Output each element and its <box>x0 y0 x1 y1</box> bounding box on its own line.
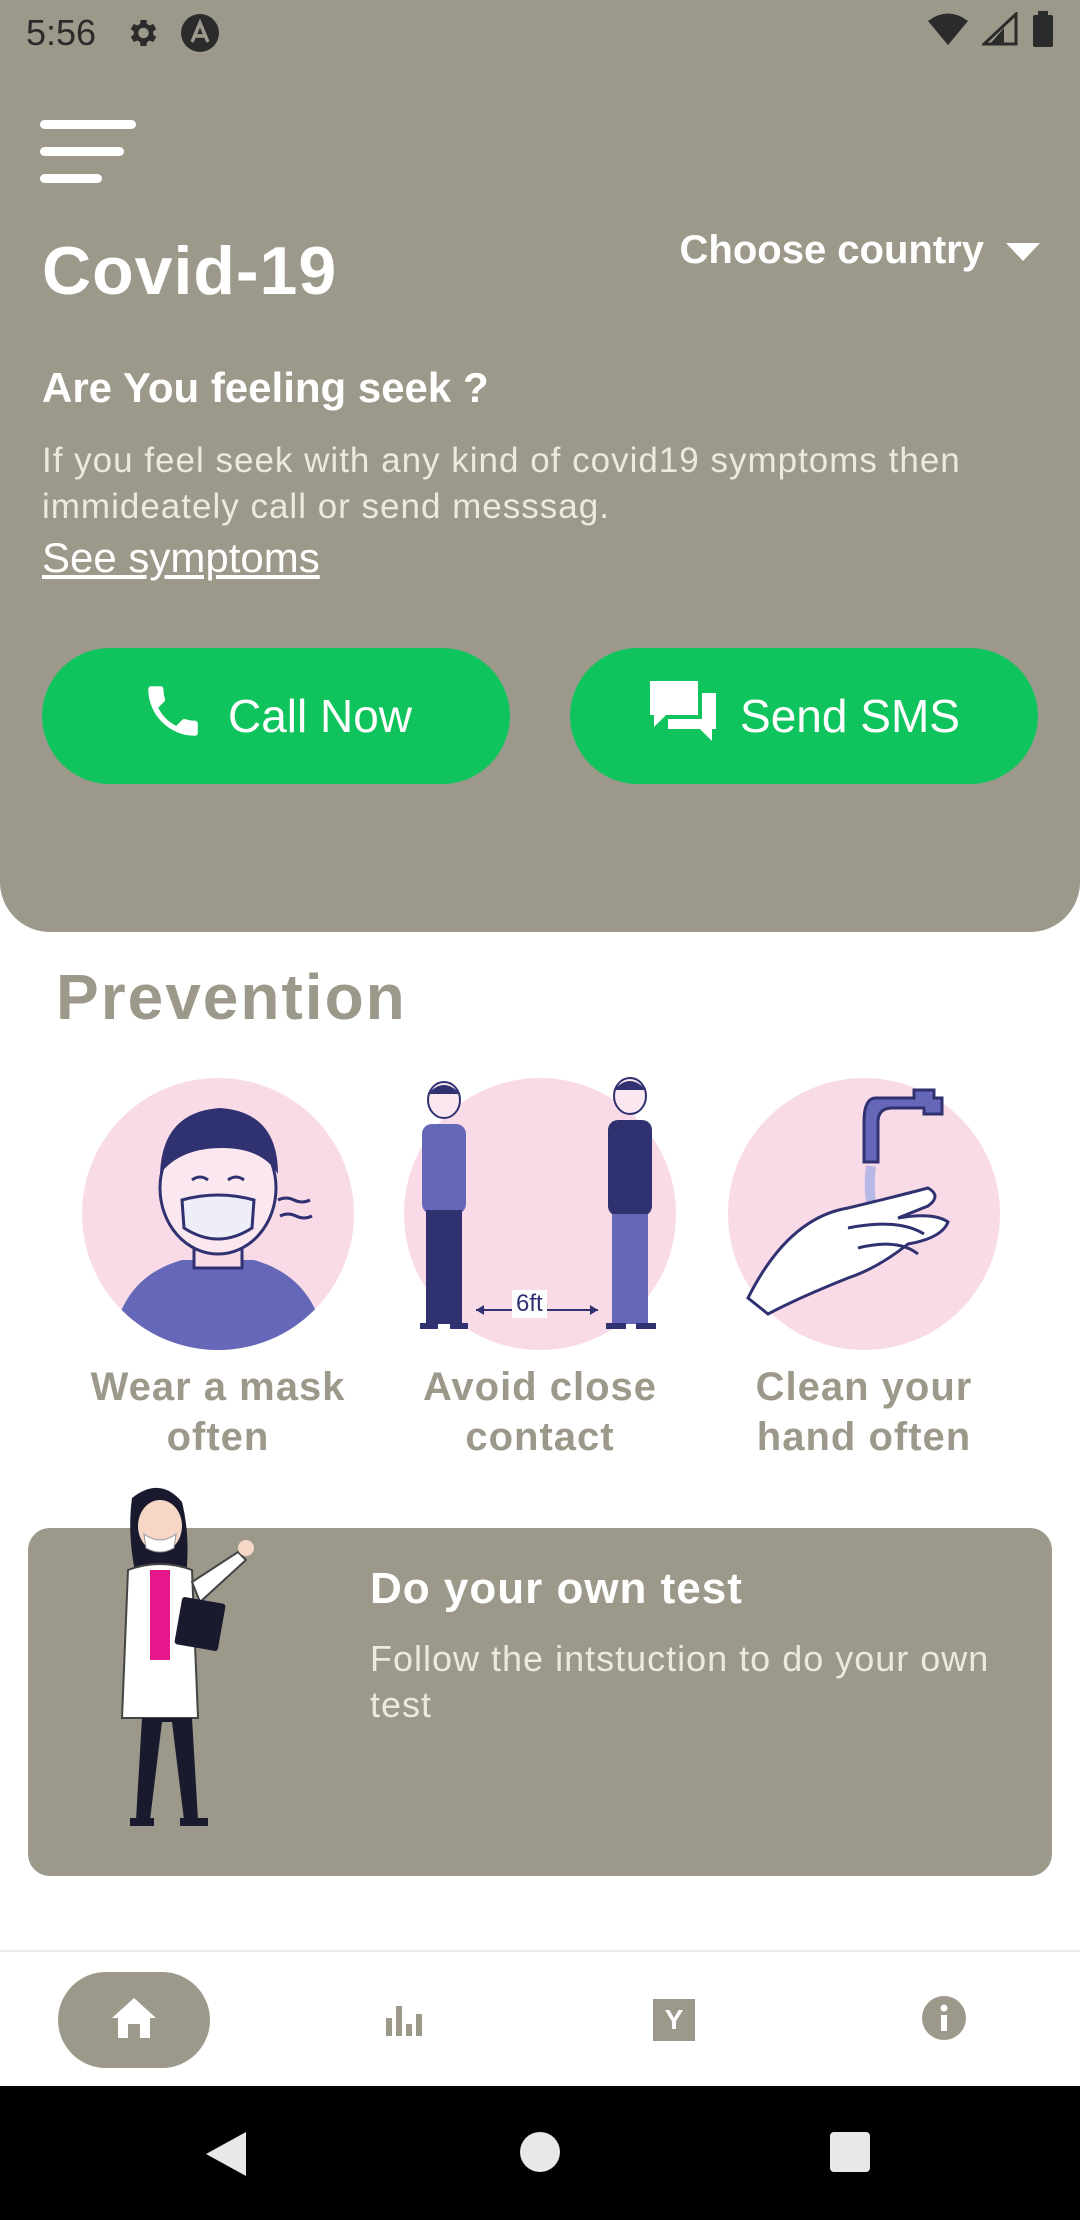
phone-icon <box>140 678 206 755</box>
label-line: often <box>166 1415 270 1459</box>
question-heading: Are You feeling seek ? <box>42 364 489 411</box>
label-line: hand often <box>756 1415 972 1459</box>
prevention-label: Clean your hand often <box>724 1362 1004 1462</box>
status-bar: 5:56 <box>0 0 1080 66</box>
test-card-description: Follow the intstuction to do your own te… <box>370 1638 990 1725</box>
settings-icon <box>124 15 160 51</box>
menu-line <box>40 174 102 183</box>
wifi-icon <box>928 12 968 55</box>
nav-news[interactable]: Y <box>598 1972 750 2068</box>
symptom-description: If you feel seek with any kind of covid1… <box>42 441 961 526</box>
prevention-item-handwash[interactable]: Clean your hand often <box>724 1078 1004 1462</box>
info-icon <box>921 1995 967 2046</box>
status-right <box>928 10 1054 56</box>
chat-icon <box>648 679 718 754</box>
nav-info[interactable] <box>868 1972 1020 2068</box>
menu-line <box>40 120 136 129</box>
battery-icon <box>1032 10 1054 56</box>
bottom-navigation: Y <box>0 1950 1080 2086</box>
doctor-illustration <box>88 1482 288 1847</box>
see-symptoms-link[interactable]: See symptoms <box>42 534 320 582</box>
own-test-card[interactable]: Do your own test Follow the intstuction … <box>28 1487 1052 1876</box>
system-navigation-bar <box>0 2086 1080 2220</box>
nav-home[interactable] <box>58 1972 210 2068</box>
handwash-illustration <box>728 1078 1000 1350</box>
home-icon <box>110 1996 158 2045</box>
country-dropdown[interactable]: Choose country <box>680 228 1040 273</box>
send-sms-button[interactable]: Send SMS <box>570 648 1038 784</box>
test-card-title: Do your own test <box>370 1564 743 1613</box>
screen: 5:56 Covid-19 Choose country Are You fee… <box>0 0 1080 2220</box>
app-notification-icon <box>180 13 220 53</box>
home-circle-icon[interactable] <box>518 2130 562 2179</box>
stats-icon <box>384 1998 424 2043</box>
label-line: contact <box>465 1415 615 1459</box>
nav-stats[interactable] <box>328 1972 480 2068</box>
prevention-label: Avoid close contact <box>400 1362 680 1462</box>
distance-label: 6ft <box>512 1290 547 1318</box>
mask-illustration <box>82 1078 354 1350</box>
prevention-label: Wear a mask often <box>78 1362 358 1462</box>
recents-icon[interactable] <box>828 2130 872 2179</box>
prevention-item-distance[interactable]: 6ft Avoid close contact <box>400 1077 680 1462</box>
label-line: Clean your <box>755 1365 973 1409</box>
y-icon: Y <box>653 1999 695 2041</box>
signal-icon <box>980 10 1018 55</box>
header-card: Covid-19 Choose country Are You feeling … <box>0 66 1080 932</box>
menu-button[interactable] <box>40 120 140 184</box>
chevron-down-icon <box>1006 228 1040 273</box>
back-icon[interactable] <box>204 2130 248 2183</box>
prevention-item-mask[interactable]: Wear a mask often <box>78 1078 358 1462</box>
menu-line <box>40 147 124 156</box>
distance-illustration: 6ft <box>404 1077 676 1350</box>
call-now-label: Call Now <box>227 690 413 742</box>
send-sms-label: Send SMS <box>740 690 960 742</box>
status-time: 5:56 <box>26 12 97 53</box>
prevention-title: Prevention <box>56 961 407 1033</box>
call-now-button[interactable]: Call Now <box>42 648 510 784</box>
label-line: Wear a mask <box>90 1365 346 1409</box>
country-dropdown-label: Choose country <box>679 228 984 272</box>
app-title: Covid-19 <box>42 233 338 309</box>
